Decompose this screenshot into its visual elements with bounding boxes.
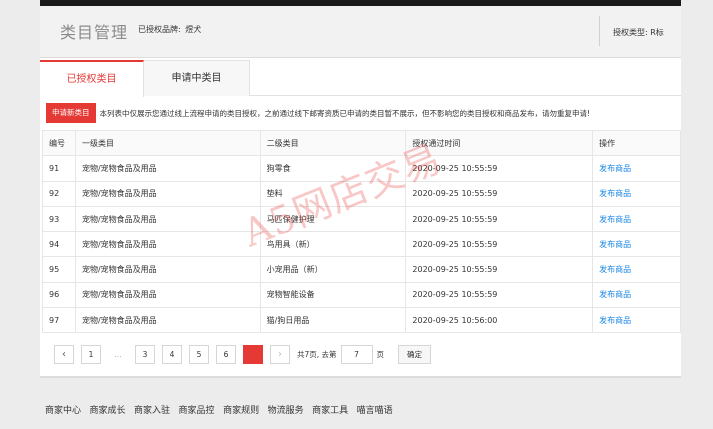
tab-pending-categories[interactable]: 申请中类目 [144,60,250,96]
header-action: 操作 [592,129,681,157]
table-row: 97 宠物/宠物食品及用品 猫/狗日用品 2020-09-25 10:56:00… [42,307,681,334]
cell-level1: 宠物/宠物食品及用品 [75,282,261,309]
page-button[interactable]: 6 [216,344,236,364]
footer-link-merchant-rules[interactable]: 商家规则 [223,403,259,416]
publish-product-link[interactable]: 发布商品 [599,240,631,249]
footer-link-logistics[interactable]: 物流服务 [268,403,304,416]
auth-label: 授权类型: [613,28,648,37]
table-row: 91 宠物/宠物食品及用品 狗零食 2020-09-25 10:55:59 发布… [42,155,681,182]
footer-link-quality-control[interactable]: 商家品控 [179,403,215,416]
cell-id: 95 [42,256,76,283]
authorized-brand: 已授权品牌: 煜犬 [138,24,201,35]
category-panel: 已授权类目 申请中类目 申请新类目 本列表中仅展示您通过线上流程申请的类目授权，… [40,58,681,378]
footer-link-merchant-join[interactable]: 商家入驻 [134,403,170,416]
cell-time: 2020-09-25 10:55:59 [405,155,594,182]
footer-link-merchant-tools[interactable]: 商家工具 [312,403,348,416]
table-row: 92 宠物/宠物食品及用品 垫料 2020-09-25 10:55:59 发布商… [42,181,681,207]
cell-time: 2020-09-25 10:55:59 [405,231,594,258]
table-row: 96 宠物/宠物食品及用品 宠物智能设备 2020-09-25 10:55:59… [42,282,681,309]
cell-time: 2020-09-25 10:55:59 [405,256,594,283]
goto-page-input[interactable] [340,344,373,364]
publish-product-link[interactable]: 发布商品 [599,215,631,224]
publish-product-link[interactable]: 发布商品 [599,164,631,173]
cell-id: 96 [42,282,76,309]
confirm-button[interactable]: 确定 [398,344,432,364]
cell-level2: 狗零食 [260,155,407,182]
footer-link-miaoyan[interactable]: 喵言喵语 [357,403,393,416]
category-table: 编号 一级类目 二级类目 授权通过时间 操作 91 宠物/宠物食品及用品 狗零食… [42,129,681,334]
chevron-left-icon[interactable]: ‹ [54,344,74,364]
footer-link-merchant-growth[interactable]: 商家成长 [90,403,126,416]
page-button[interactable]: 4 [162,344,182,364]
cell-level1: 宠物/宠物食品及用品 [75,231,261,258]
table-row: 95 宠物/宠物食品及用品 小宠用品（新） 2020-09-25 10:55:5… [42,256,681,283]
authorization-type: 授权类型: R标 [613,27,664,38]
cell-id: 97 [42,307,76,334]
table-row: 94 宠物/宠物食品及用品 鸟用具（新） 2020-09-25 10:55:59… [42,231,681,258]
total-pages-text: 共7页, 去第 [297,349,337,359]
page-button[interactable]: 5 [189,344,209,364]
pagination: ‹ 1 ... 3 4 5 6 7 › 共7页, 去第 页 确定 [54,344,432,364]
header-divider [599,16,600,46]
page-title: 类目管理 [60,23,129,42]
footer-link-merchant-center[interactable]: 商家中心 [45,403,81,416]
cell-level2: 小宠用品（新） [260,256,407,283]
cell-id: 93 [42,206,76,233]
header-id: 编号 [42,129,76,157]
header-level1: 一级类目 [75,129,261,157]
chevron-right-icon[interactable]: › [270,344,290,364]
cell-time: 2020-09-25 10:56:00 [405,307,594,334]
header-level2: 二级类目 [260,129,407,157]
cell-level2: 马匹保健护理 [260,206,407,233]
page-ellipsis: ... [114,349,122,359]
brand-value: 煜犬 [185,25,202,34]
notice-text: 本列表中仅展示您通过线上流程申请的类目授权，之前通过线下邮寄资质已申请的类目暂不… [99,108,591,118]
publish-product-link[interactable]: 发布商品 [599,189,631,198]
cell-level1: 宠物/宠物食品及用品 [75,181,261,207]
notice-row: 申请新类目 本列表中仅展示您通过线上流程申请的类目授权，之前通过线下邮寄资质已申… [46,103,590,123]
apply-new-category-button[interactable]: 申请新类目 [46,103,96,123]
cell-level2: 宠物智能设备 [260,282,407,309]
header-time: 授权通过时间 [405,129,594,157]
current-page-button[interactable]: 7 [243,344,263,364]
cell-level2: 垫料 [260,181,407,207]
table-header-row: 编号 一级类目 二级类目 授权通过时间 操作 [42,129,681,157]
page-button[interactable]: 1 [81,344,101,364]
page-suffix: 页 [376,349,385,359]
tab-bar: 已授权类目 申请中类目 [40,60,681,97]
cell-level2: 猫/狗日用品 [260,307,407,334]
auth-value: R标 [650,28,664,37]
cell-level1: 宠物/宠物食品及用品 [75,206,261,233]
cell-id: 94 [42,231,76,258]
page-header: 类目管理 已授权品牌: 煜犬 授权类型: R标 [40,6,681,58]
footer-links: 商家中心 商家成长 商家入驻 商家品控 商家规则 物流服务 商家工具 喵言喵语 [45,403,401,416]
cell-level1: 宠物/宠物食品及用品 [75,155,261,182]
cell-id: 91 [42,155,76,182]
publish-product-link[interactable]: 发布商品 [599,265,631,274]
cell-time: 2020-09-25 10:55:59 [405,181,594,207]
cell-id: 92 [42,181,76,207]
brand-label: 已授权品牌: [138,25,181,34]
tab-authorized-categories[interactable]: 已授权类目 [40,60,144,97]
cell-time: 2020-09-25 10:55:59 [405,282,594,309]
cell-level1: 宠物/宠物食品及用品 [75,307,261,334]
cell-time: 2020-09-25 10:55:59 [405,206,594,233]
cell-level2: 鸟用具（新） [260,231,407,258]
page-button[interactable]: 3 [135,344,155,364]
publish-product-link[interactable]: 发布商品 [599,290,631,299]
cell-level1: 宠物/宠物食品及用品 [75,256,261,283]
table-row: 93 宠物/宠物食品及用品 马匹保健护理 2020-09-25 10:55:59… [42,206,681,233]
publish-product-link[interactable]: 发布商品 [599,316,631,325]
